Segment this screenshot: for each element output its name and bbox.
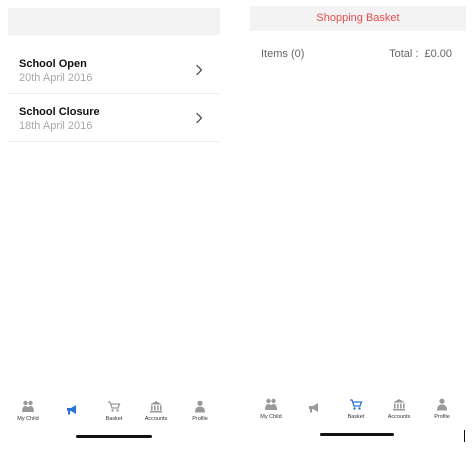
children-icon: [22, 400, 34, 412]
tab-label: Basket: [105, 416, 123, 422]
notice-date: 18th April 2016: [19, 120, 93, 132]
notices-screen: School Open 20th April 2016 School Closu…: [0, 0, 232, 454]
text-cursor: [464, 430, 465, 442]
chevron-right-icon: [196, 112, 203, 124]
notice-item-school-open[interactable]: School Open 20th April 2016: [8, 46, 220, 94]
notice-title: School Open: [19, 58, 87, 70]
person-icon: [195, 400, 205, 413]
notice-date: 20th April 2016: [19, 72, 93, 84]
tab-label: Profile: [192, 416, 208, 422]
basket-screen: Shopping Basket Items (0) Total : £0.00 M…: [242, 0, 474, 454]
home-indicator: [76, 435, 152, 438]
cart-icon: [108, 401, 121, 412]
tab-label: Accounts: [144, 416, 168, 422]
tab-profile[interactable]: Profile: [422, 398, 462, 428]
notice-item-school-closure[interactable]: School Closure 18th April 2016: [8, 94, 220, 142]
bank-icon: [150, 401, 162, 413]
bank-icon: [393, 399, 405, 411]
basket-summary: Items (0) Total : £0.00: [242, 46, 474, 64]
total-label: Total :: [389, 48, 419, 60]
tab-label: Accounts: [387, 414, 411, 420]
tab-label: Profile: [434, 414, 450, 420]
tab-label: My Child: [260, 414, 282, 420]
tab-label: My Child: [17, 416, 39, 422]
total-value: £0.00: [424, 48, 452, 60]
notices-header: [8, 8, 220, 35]
tab-notices[interactable]: [52, 400, 92, 430]
items-count: Items (0): [261, 48, 305, 60]
tab-basket[interactable]: Basket: [94, 400, 134, 430]
megaphone-icon: [309, 403, 318, 413]
megaphone-icon: [67, 405, 76, 415]
cart-icon: [350, 399, 363, 410]
tab-accounts[interactable]: Accounts: [136, 400, 176, 430]
tab-my-child[interactable]: My Child: [8, 400, 48, 430]
notice-list: School Open 20th April 2016 School Closu…: [8, 46, 220, 142]
bottom-tab-bar: My Child Basket Accounts Profile: [242, 398, 474, 428]
tab-accounts[interactable]: Accounts: [379, 398, 419, 428]
tab-profile[interactable]: Profile: [180, 400, 220, 430]
page-title: Shopping Basket: [250, 6, 466, 31]
bottom-tab-bar: My Child Basket Accounts Profile: [0, 400, 232, 430]
chevron-right-icon: [196, 64, 203, 76]
basket-total: Total : £0.00: [389, 48, 452, 60]
person-icon: [437, 398, 447, 411]
tab-label: Basket: [347, 414, 365, 420]
tab-notices[interactable]: [294, 398, 334, 428]
notice-title: School Closure: [19, 106, 100, 118]
home-indicator: [320, 433, 394, 436]
tab-my-child[interactable]: My Child: [251, 398, 291, 428]
children-icon: [265, 398, 277, 410]
tab-basket[interactable]: Basket: [336, 398, 376, 428]
